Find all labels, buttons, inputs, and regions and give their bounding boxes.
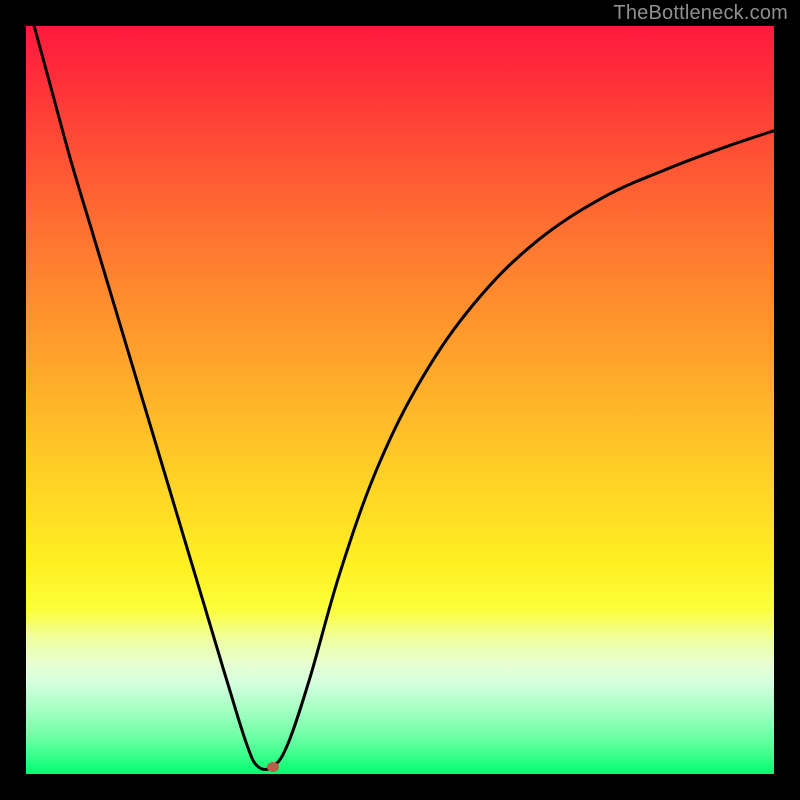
watermark-text: TheBottleneck.com xyxy=(613,2,788,25)
bottleneck-curve xyxy=(26,26,774,774)
plot-area xyxy=(26,26,774,774)
chart-frame: TheBottleneck.com xyxy=(0,0,800,800)
optimal-point-marker xyxy=(267,762,279,772)
